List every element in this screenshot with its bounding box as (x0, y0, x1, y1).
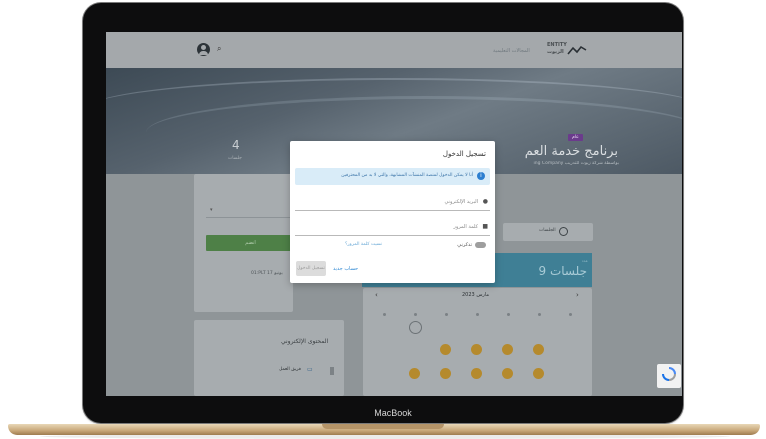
program-subtitle: ing Company بواسطة شركة زيوت للتدريب (533, 161, 619, 166)
recaptcha-badge[interactable] (657, 364, 681, 388)
email-field[interactable]: ● البريد الإلكتروني (295, 196, 490, 211)
lock-icon: ■ (482, 223, 488, 230)
calendar-session-day[interactable] (409, 368, 420, 379)
calendar-session-day[interactable] (440, 368, 451, 379)
clock-icon (559, 227, 568, 236)
logo-mark-icon (567, 45, 587, 55)
session-select[interactable]: ▾ (206, 205, 296, 218)
forgot-password-link[interactable]: نسيت كلمة المرور؟ (345, 242, 382, 247)
category-badge: عام (568, 134, 583, 141)
user-avatar-icon[interactable] (197, 43, 210, 56)
calendar-session-day[interactable] (471, 368, 482, 379)
weekday-marker (538, 313, 541, 316)
calendar-today[interactable] (409, 321, 422, 334)
user-icon: ● (482, 198, 488, 205)
calendar-month: مارس 2023 (462, 292, 490, 298)
sessions-count-title: 9 جلسات (538, 264, 587, 278)
weekday-marker (507, 313, 510, 316)
site-logo[interactable]: ENTITY الزيوت (545, 42, 589, 58)
calendar-session-day[interactable] (502, 344, 513, 355)
session-date: 01:PLT 17 يونيو (251, 271, 283, 276)
monitor-icon: ▭ (307, 366, 313, 373)
calendar-session-day[interactable] (471, 344, 482, 355)
site-header: ⌕ المجالات التعليمية ENTITY الزيوت (106, 32, 682, 68)
weekday-marker (383, 313, 386, 316)
login-modal: تسجيل الدخول i أنا لا يمكن الدخول لمنصة … (290, 141, 495, 283)
program-title: برنامج خدمة العم (524, 144, 618, 159)
weekday-marker (476, 313, 479, 316)
info-alert-text: أنا لا يمكن الدخول لمنصة المنشآت المشابه… (341, 173, 473, 178)
sessions-tab[interactable]: الجلسات (503, 223, 593, 241)
weekday-marker (445, 313, 448, 316)
join-button[interactable]: انضم (206, 235, 295, 251)
stat-label: جلسات (228, 156, 242, 161)
chevron-down-icon: ▾ (210, 207, 213, 213)
modal-title: تسجيل الدخول (442, 150, 486, 158)
laptop-notch (322, 424, 444, 429)
info-alert: i أنا لا يمكن الدخول لمنصة المنشآت المشا… (295, 168, 490, 185)
calendar: ‹ مارس 2023 › (363, 288, 592, 396)
toggle-switch (475, 242, 486, 248)
calendar-prev-button[interactable]: ‹ (375, 291, 378, 299)
password-field[interactable]: ■ كلمة المرور (295, 221, 490, 236)
nav-link[interactable]: المجالات التعليمية (493, 48, 530, 54)
login-button[interactable]: تسجيل الدخول (296, 261, 326, 276)
weekday-marker (414, 313, 417, 316)
search-icon[interactable]: ⌕ (217, 44, 221, 54)
enroll-card: ▾ انضم 01:PLT 17 يونيو (194, 174, 296, 312)
calendar-session-day[interactable] (533, 344, 544, 355)
calendar-session-day[interactable] (533, 368, 544, 379)
recaptcha-icon (662, 367, 676, 381)
remember-toggle[interactable]: تذكرني (450, 242, 488, 250)
stat-value: 4 (232, 138, 240, 152)
info-icon: i (477, 172, 485, 180)
laptop-brand-label: MacBook (374, 408, 412, 418)
laptop-screen: ⌕ المجالات التعليمية ENTITY الزيوت عام ب… (106, 32, 682, 396)
calendar-session-day[interactable] (440, 344, 451, 355)
calendar-session-day[interactable] (502, 368, 513, 379)
econtent-card: المحتوى الإلكتروني ▭ فريق العمل (194, 320, 344, 396)
register-link[interactable]: حساب جديد (333, 266, 358, 272)
calendar-next-button[interactable]: › (576, 291, 579, 299)
econtent-title: المحتوى الإلكتروني (281, 338, 329, 345)
team-item[interactable]: ▭ فريق العمل (279, 366, 325, 375)
weekday-marker (569, 313, 572, 316)
